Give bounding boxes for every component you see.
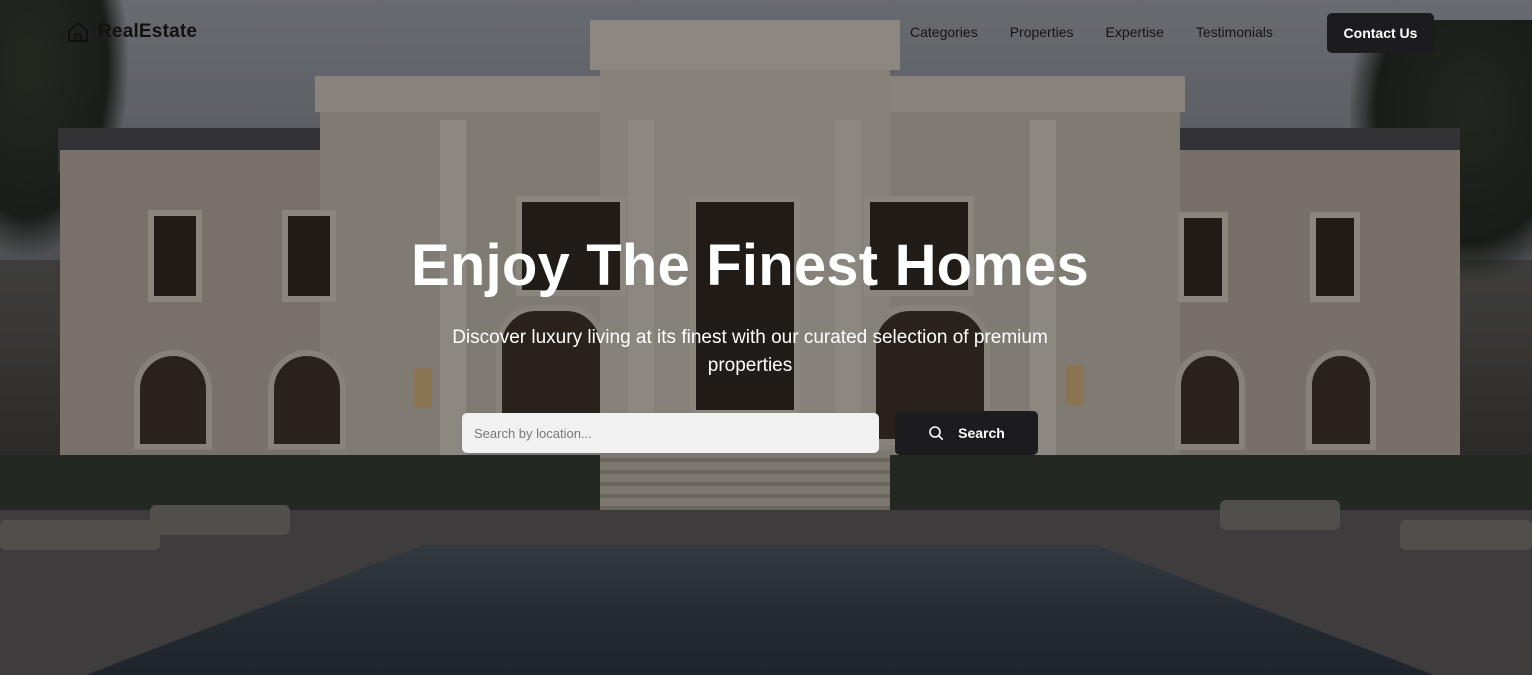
search-button-label: Search (958, 425, 1005, 441)
search-button[interactable]: Search (895, 411, 1038, 455)
hero-subtitle: Discover luxury living at its finest wit… (452, 327, 1048, 376)
hero-title: Enjoy The Finest Homes (411, 233, 1089, 298)
hero-section: RealEstate Categories Properties Experti… (0, 0, 1532, 675)
nav-link-testimonials[interactable]: Testimonials (1196, 24, 1273, 40)
top-navigation: RealEstate Categories Properties Experti… (0, 0, 1532, 66)
search-icon (928, 425, 944, 441)
brand-name: RealEstate (98, 21, 198, 42)
brand-logo[interactable]: RealEstate (66, 20, 197, 44)
nav-link-categories[interactable]: Categories (910, 24, 978, 40)
contact-us-button[interactable]: Contact Us (1327, 13, 1434, 53)
nav-link-expertise[interactable]: Expertise (1106, 24, 1164, 40)
home-icon (66, 20, 90, 44)
nav-links: Categories Properties Expertise Testimon… (910, 24, 1273, 40)
nav-link-properties[interactable]: Properties (1010, 24, 1074, 40)
location-search-input[interactable] (462, 413, 879, 453)
